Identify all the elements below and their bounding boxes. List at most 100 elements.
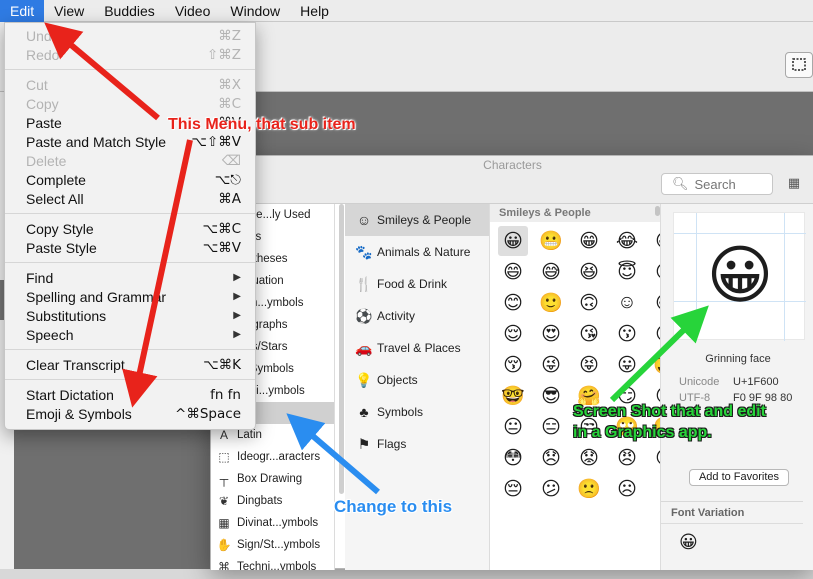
smiley-icon: ☺ — [356, 212, 372, 228]
list-item-ideographic[interactable]: ⬚ Ideogr...aracters — [211, 446, 334, 468]
emoji-cell[interactable]: 😍 — [536, 319, 566, 349]
list-item-label: Box Drawing — [237, 473, 303, 485]
category-label: Smileys & People — [377, 213, 472, 227]
list-scroll-thumb[interactable] — [339, 204, 344, 494]
emoji-cell[interactable]: 😉 — [650, 257, 660, 287]
emoji-cell[interactable]: 😇 — [612, 257, 642, 287]
category-objects[interactable]: 💡 Objects — [345, 364, 489, 396]
character-preview: 😀 — [673, 212, 806, 341]
menu-item-emoji-symbols[interactable]: Emoji & Symbols ^⌘Space — [5, 404, 255, 423]
menu-item-shortcut: ⇧⌘Z — [206, 46, 241, 63]
emoji-cell[interactable]: 😔 — [498, 474, 528, 504]
emoji-cell[interactable]: 😕 — [536, 474, 566, 504]
emoji-cell[interactable]: 😂 — [612, 226, 642, 256]
menu-item-undo[interactable]: Undo ⌘Z — [5, 26, 255, 45]
menu-item-paste-and-match-style[interactable]: Paste and Match Style ⌥⇧⌘V — [5, 132, 255, 151]
emoji-cell[interactable]: 😟 — [574, 443, 604, 473]
emoji-cell[interactable]: 😅 — [536, 257, 566, 287]
keyboard-view-icon[interactable]: ▦ — [785, 175, 803, 193]
menu-item-shortcut: ⌥⌘K — [203, 356, 241, 373]
menu-help[interactable]: Help — [290, 0, 339, 22]
emoji-cell[interactable]: 😝 — [574, 350, 604, 380]
emoji-cell[interactable]: 😞 — [536, 443, 566, 473]
emoji-cell[interactable]: 🙃 — [574, 288, 604, 318]
menu-separator — [5, 379, 255, 380]
emoji-cell[interactable]: 😆 — [574, 257, 604, 287]
emoji-cell[interactable]: 😚 — [498, 350, 528, 380]
category-flags[interactable]: ⚑ Flags — [345, 428, 489, 460]
search-field[interactable]: 🔍︎ — [661, 173, 773, 195]
menu-item-complete[interactable]: Complete ⌥⎋ — [5, 170, 255, 189]
emoji-cell[interactable]: 😐 — [498, 412, 528, 442]
menu-item-label: Start Dictation — [26, 386, 114, 403]
emoji-cell[interactable]: ☺ — [612, 288, 642, 318]
category-food-drink[interactable]: 🍴 Food & Drink — [345, 268, 489, 300]
category-symbols[interactable]: ♣ Symbols — [345, 396, 489, 428]
add-to-favorites-button[interactable]: Add to Favorites — [689, 469, 789, 486]
menu-item-substitutions[interactable]: Substitutions ▶ — [5, 306, 255, 325]
list-item-sign-standard[interactable]: ✋ Sign/St...ymbols — [211, 534, 334, 556]
category-smileys-people[interactable]: ☺ Smileys & People — [345, 204, 489, 236]
emoji-cell[interactable]: 😋 — [650, 288, 660, 318]
emoji-cell[interactable]: 😘 — [574, 319, 604, 349]
emoji-cell[interactable]: 😌 — [498, 319, 528, 349]
list-item-box-drawing[interactable]: ┬ Box Drawing — [211, 468, 334, 490]
category-animals-nature[interactable]: 🐾 Animals & Nature — [345, 236, 489, 268]
search-input[interactable] — [694, 176, 765, 192]
emoji-cell[interactable]: 🙁 — [574, 474, 604, 504]
list-item-divination[interactable]: ▦ Divinat...ymbols — [211, 512, 334, 534]
emoji-cell[interactable]: 😄 — [498, 257, 528, 287]
menu-item-clear-transcript[interactable]: Clear Transcript ⌥⌘K — [5, 355, 255, 374]
menu-buddies[interactable]: Buddies — [94, 0, 165, 22]
emoji-cell[interactable]: 😎 — [536, 381, 566, 411]
menu-edit[interactable]: Edit — [0, 0, 45, 22]
emoji-cell[interactable]: 😠 — [612, 443, 642, 473]
ideograph-icon: ⬚ — [218, 450, 230, 464]
emoji-cell[interactable]: 😳 — [498, 443, 528, 473]
emoji-cell[interactable]: 😀 — [498, 226, 528, 256]
emoji-cell[interactable]: 😬 — [536, 226, 566, 256]
menu-item-cut[interactable]: Cut ⌘X — [5, 75, 255, 94]
annotation-line: in a Graphics app. — [573, 424, 712, 441]
font-variation-glyph[interactable]: 😀 — [679, 532, 698, 553]
emoji-cell[interactable]: 😃 — [650, 226, 660, 256]
emoji-cell[interactable]: 😗 — [612, 319, 642, 349]
emoji-cell[interactable]: 🤓 — [498, 381, 528, 411]
menu-item-redo[interactable]: Redo ⇧⌘Z — [5, 45, 255, 64]
menu-item-select-all[interactable]: Select All ⌘A — [5, 189, 255, 208]
menu-item-start-dictation[interactable]: Start Dictation fn fn — [5, 385, 255, 404]
emoji-cell[interactable]: 🤑 — [650, 350, 660, 380]
grid-section-header: Smileys & People — [490, 204, 660, 222]
emoji-cell[interactable]: 😁 — [574, 226, 604, 256]
emoji-cell[interactable]: 🙂 — [536, 288, 566, 318]
emoji-cell[interactable]: 😑 — [536, 412, 566, 442]
menu-window[interactable]: Window — [220, 0, 290, 22]
emoji-cell[interactable]: ☹ — [612, 474, 642, 504]
category-activity[interactable]: ⚽ Activity — [345, 300, 489, 332]
crop-button[interactable] — [785, 52, 813, 78]
menu-item-shortcut: ⌘C — [218, 95, 241, 112]
emoji-cell[interactable]: 😛 — [612, 350, 642, 380]
emoji-cell[interactable]: 😙 — [650, 319, 660, 349]
menu-item-speech[interactable]: Speech ▶ — [5, 325, 255, 344]
menu-item-spelling-and-grammar[interactable]: Spelling and Grammar ▶ — [5, 287, 255, 306]
car-icon: 🚗 — [355, 339, 373, 356]
emoji-cell[interactable]: 😜 — [536, 350, 566, 380]
menu-view[interactable]: View — [44, 0, 94, 22]
menu-item-paste-style[interactable]: Paste Style ⌥⌘V — [5, 238, 255, 257]
window-title: Characters — [483, 158, 542, 172]
menu-item-copy[interactable]: Copy ⌘C — [5, 94, 255, 113]
menu-item-copy-style[interactable]: Copy Style ⌥⌘C — [5, 219, 255, 238]
preview-guide — [674, 233, 806, 234]
category-travel-places[interactable]: 🚗 Travel & Places — [345, 332, 489, 364]
emoji-cell[interactable]: 😡 — [650, 443, 660, 473]
lightbulb-icon: 💡 — [355, 371, 373, 388]
menu-item-find[interactable]: Find ▶ — [5, 268, 255, 287]
menu-item-label: Redo — [26, 46, 60, 63]
box-drawing-icon: ┬ — [219, 472, 229, 486]
menu-item-delete[interactable]: Delete ⌫ — [5, 151, 255, 170]
list-item-technical[interactable]: ⌘ Techni...ymbols — [211, 556, 334, 570]
menu-video[interactable]: Video — [165, 0, 221, 22]
emoji-cell[interactable]: 😊 — [498, 288, 528, 318]
list-item-dingbats[interactable]: ❦ Dingbats — [211, 490, 334, 512]
